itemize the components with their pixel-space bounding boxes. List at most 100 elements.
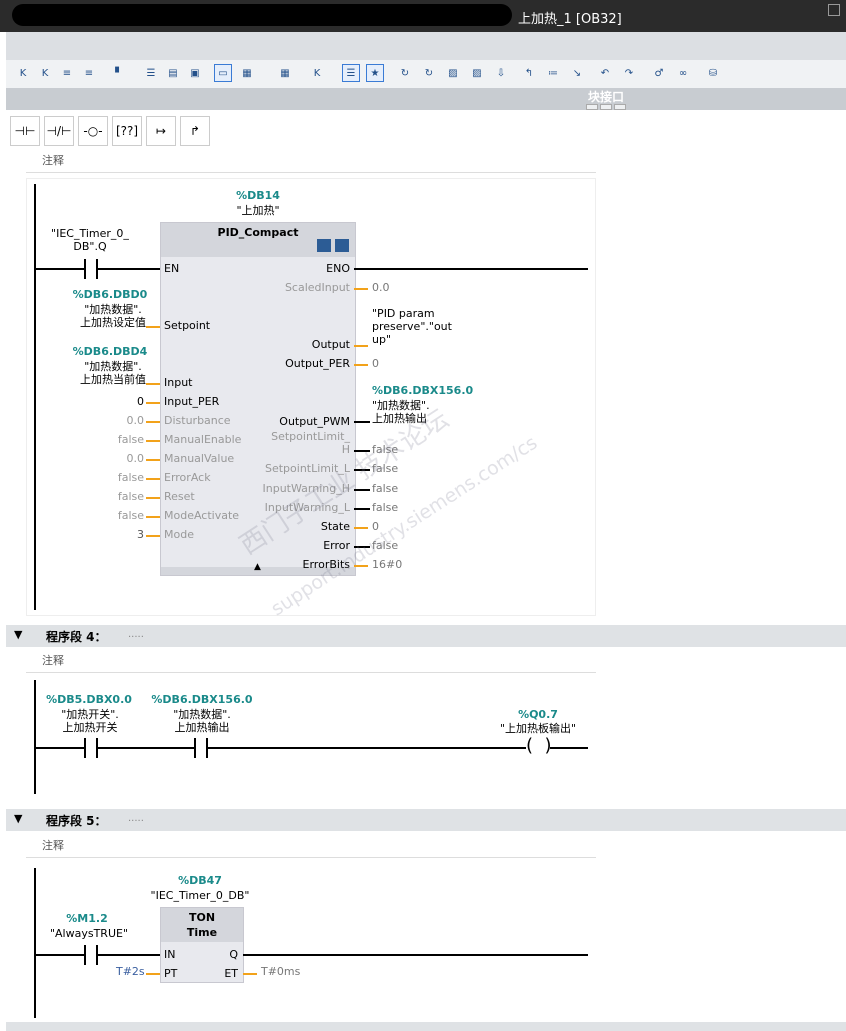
coil-button[interactable]: -○-: [78, 116, 108, 146]
inputwarning-l-value[interactable]: false: [372, 501, 398, 514]
pin-setpoint: Setpoint: [164, 319, 211, 332]
align-icon[interactable]: ☰: [142, 64, 160, 82]
modeactivate-value[interactable]: false: [90, 509, 144, 522]
error-value[interactable]: false: [372, 539, 398, 552]
trace-icon[interactable]: ♂: [650, 64, 668, 82]
pin-output-pwm: Output_PWM: [279, 415, 350, 428]
pin-input-per: Input_PER: [164, 395, 220, 408]
coil[interactable]: ( ): [526, 736, 552, 756]
network5-comment[interactable]: 注释: [26, 835, 596, 858]
pin-eno: ENO: [326, 262, 350, 275]
pin-manualvalue: ManualValue: [164, 452, 235, 465]
insert-row-icon[interactable]: ≡: [58, 64, 76, 82]
pin-inputwarning-h: InputWarning_H: [262, 482, 350, 495]
delete-network-icon[interactable]: K: [36, 64, 54, 82]
next-icon[interactable]: ↷: [620, 64, 638, 82]
network4-description[interactable]: .....: [128, 629, 144, 640]
first-icon[interactable]: ↰: [520, 64, 538, 82]
always-true-contact[interactable]: [84, 945, 98, 965]
outdent-icon[interactable]: ↘: [568, 64, 586, 82]
inputwarning-h-value[interactable]: false: [372, 482, 398, 495]
contact2[interactable]: [194, 738, 208, 758]
block-interface-bar[interactable]: 块接口: [6, 88, 846, 110]
power-rail: [34, 680, 36, 794]
splitter-handle[interactable]: [586, 104, 598, 110]
prev-icon[interactable]: ↶: [596, 64, 614, 82]
abs-operand-icon[interactable]: ▦: [238, 64, 256, 82]
network4-header[interactable]: ▼ 程序段 4： .....: [6, 625, 846, 647]
pin-errorack: ErrorAck: [164, 471, 211, 484]
en-contact[interactable]: [84, 259, 98, 279]
et-value[interactable]: T#0ms: [261, 965, 300, 978]
go-to-icon[interactable]: ↻: [396, 64, 414, 82]
no-contact-button[interactable]: ⊣⊢: [10, 116, 40, 146]
input-address: %DB6.DBD4: [72, 345, 148, 358]
timer-db-address: %DB47: [178, 874, 222, 887]
glasses-icon[interactable]: ∞: [674, 64, 692, 82]
manualenable-value[interactable]: false: [90, 433, 144, 446]
pt-value[interactable]: T#2s: [116, 965, 145, 978]
collapse-icon[interactable]: ▤: [164, 64, 182, 82]
pin-setpointlimit-h: SetpointLimit_ H: [271, 430, 350, 456]
ton-title: TON: [188, 911, 216, 924]
expand-icon[interactable]: ▣: [186, 64, 204, 82]
empty-box-button[interactable]: [??]: [112, 116, 142, 146]
collapse-icon[interactable]: ▼: [14, 628, 22, 641]
nc-contact-button[interactable]: ⊣/⊢: [44, 116, 74, 146]
error-icon[interactable]: ↻: [420, 64, 438, 82]
reset-value[interactable]: false: [90, 490, 144, 503]
contact-operand[interactable]: "AlwaysTRUE": [40, 927, 138, 940]
en-contact-operand[interactable]: "IEC_Timer_0_ DB".Q: [40, 227, 140, 253]
network5-header[interactable]: ▼ 程序段 5： .....: [6, 809, 846, 831]
database-icon[interactable]: ⛁: [704, 64, 722, 82]
insert-network-icon[interactable]: K: [14, 64, 32, 82]
output-per-value[interactable]: 0: [372, 357, 379, 370]
mode-value[interactable]: 3: [90, 528, 144, 541]
redacted-path: [12, 4, 512, 26]
splitter-handle[interactable]: [614, 104, 626, 110]
pin-modeactivate: ModeActivate: [164, 509, 240, 522]
compare-icon[interactable]: ▨: [444, 64, 462, 82]
contact2-operand[interactable]: "加热数据". 上加热输出: [150, 708, 254, 734]
network4-comment[interactable]: 注释: [26, 650, 596, 673]
splitter-handle[interactable]: [600, 104, 612, 110]
pin-mode: Mode: [164, 528, 194, 541]
scaledinput-value[interactable]: 0.0: [372, 281, 390, 294]
state-value[interactable]: 0: [372, 520, 379, 533]
commissioning-icon[interactable]: [317, 239, 331, 252]
indent-icon[interactable]: ≔: [544, 64, 562, 82]
network5-description[interactable]: .....: [128, 813, 144, 824]
db-address: %DB14: [236, 189, 280, 202]
input-per-value[interactable]: 0: [90, 395, 144, 408]
paint-icon[interactable]: ▘: [110, 64, 128, 82]
editor-header-band: [6, 32, 846, 61]
network5-title: 程序段 5：: [46, 814, 107, 828]
close-branch-button[interactable]: ↱: [180, 116, 210, 146]
coil-operand[interactable]: "上加热板输出": [488, 722, 588, 735]
disturbance-value[interactable]: 0.0: [90, 414, 145, 427]
monitor-icon[interactable]: ▦: [276, 64, 294, 82]
errorbits-value[interactable]: 16#0: [372, 558, 402, 571]
collapse-icon[interactable]: ▼: [14, 812, 22, 825]
display-icon[interactable]: K: [308, 64, 326, 82]
add-row-icon[interactable]: ≡: [80, 64, 98, 82]
list-icon[interactable]: ☰: [342, 64, 360, 82]
pin-et: ET: [224, 967, 238, 980]
manualvalue-value[interactable]: 0.0: [90, 452, 145, 465]
comments-icon[interactable]: ▭: [214, 64, 232, 82]
window-close-icon[interactable]: [828, 4, 840, 16]
network3-comment[interactable]: 注释: [26, 150, 596, 173]
download-icon[interactable]: ⇩: [492, 64, 510, 82]
output-operand[interactable]: "PID param preserve"."out up": [372, 307, 462, 346]
contact1-operand[interactable]: "加热开关". 上加热开关: [40, 708, 140, 734]
config-icon[interactable]: [335, 239, 349, 252]
favorites-icon[interactable]: ★: [366, 64, 384, 82]
pin-en: EN: [164, 262, 180, 275]
open-branch-button[interactable]: ↦: [146, 116, 176, 146]
contact1[interactable]: [84, 738, 98, 758]
setpointlimit-h-value[interactable]: false: [372, 443, 398, 456]
output-pwm-operand[interactable]: "加热数据". 上加热输出: [372, 399, 452, 425]
compare2-icon[interactable]: ▨: [468, 64, 486, 82]
setpointlimit-l-value[interactable]: false: [372, 462, 398, 475]
errorack-value[interactable]: false: [90, 471, 144, 484]
